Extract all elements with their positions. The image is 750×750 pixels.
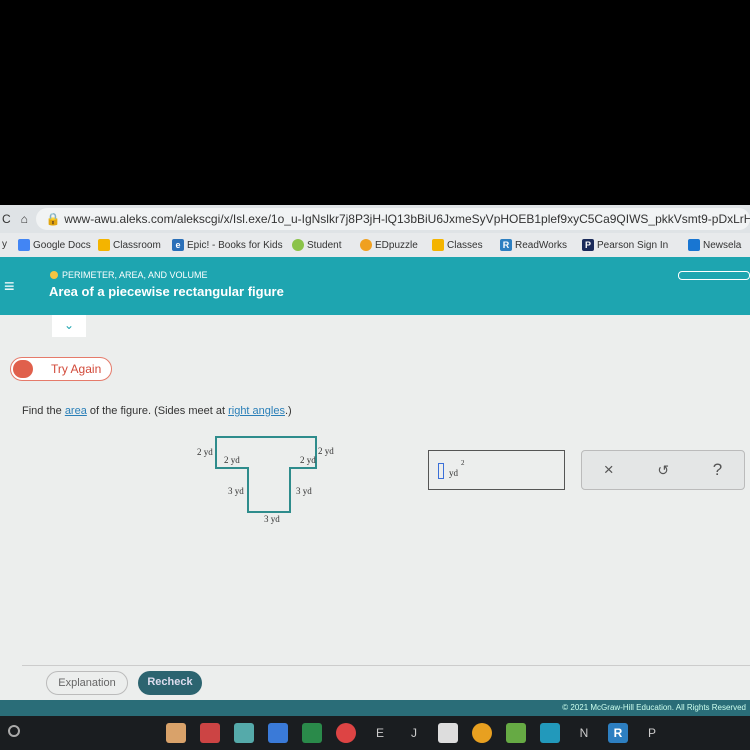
question-text: Find the area of the figure. (Sides meet… — [22, 405, 292, 417]
app-p-icon[interactable]: P — [642, 723, 662, 743]
bookmark-epic[interactable]: e Epic! - Books for Kids — [172, 239, 283, 251]
try-again-text: Try Again — [51, 362, 102, 376]
truncated-text: y — [2, 239, 7, 250]
answer-box: yd 2 — [428, 450, 565, 490]
stem-right-label: 3 yd — [296, 486, 312, 496]
epic-icon: e — [172, 239, 184, 251]
bottom-label: 3 yd — [264, 514, 280, 524]
pearson-icon: P — [582, 239, 594, 251]
app-e-icon[interactable]: E — [370, 723, 390, 743]
bookmark-student[interactable]: Student — [292, 239, 341, 251]
bookmark-google-docs[interactable]: Google Docs — [18, 239, 91, 251]
text: of the figure. (Sides meet at — [86, 405, 229, 417]
footer-copyright: © 2021 McGraw-Hill Education. All Rights… — [0, 700, 750, 716]
bookmark-label: Classes — [447, 239, 483, 251]
classes-icon — [432, 239, 444, 251]
classroom-icon[interactable] — [302, 723, 322, 743]
bookmark-label: Epic! - Books for Kids — [187, 239, 283, 251]
unit-label: yd — [449, 468, 458, 478]
app-icon[interactable] — [438, 723, 458, 743]
bookmark-classroom[interactable]: Classroom — [98, 239, 161, 251]
page-title: Area of a piecewise rectangular figure — [49, 284, 284, 299]
bookmark-label: Newsela — [703, 239, 742, 251]
expand-chevron-button[interactable]: ⌄ — [52, 315, 86, 337]
edpuzzle-icon — [360, 239, 372, 251]
topic-header: ≡ PERIMETER, AREA, AND VOLUME Area of a … — [0, 257, 750, 315]
text: Find the — [22, 405, 65, 417]
clear-button[interactable]: × — [604, 460, 614, 480]
docs-icon[interactable] — [268, 723, 288, 743]
bookmark-label: ReadWorks — [515, 239, 568, 251]
bookmark-edpuzzle[interactable]: EDpuzzle — [360, 239, 418, 251]
reload-icon[interactable]: C — [2, 212, 11, 226]
undo-button[interactable]: ↺ — [657, 462, 669, 479]
right-arm-label: 2 yd — [300, 455, 316, 465]
answer-input[interactable] — [438, 463, 444, 479]
unit-exponent: 2 — [461, 459, 465, 467]
feedback-icon — [13, 360, 33, 378]
url-input[interactable]: 🔒 www-awu.aleks.com/alekscgi/x/Isl.exe/1… — [35, 208, 750, 230]
app-n-icon[interactable]: N — [574, 723, 594, 743]
bookmark-newsela[interactable]: Newsela — [688, 239, 741, 251]
docs-icon — [18, 239, 30, 251]
right-side-label: 2 yd — [318, 446, 334, 456]
bookmark-label: Google Docs — [33, 239, 91, 251]
edpuzzle-icon[interactable] — [472, 723, 492, 743]
chrome-icon[interactable] — [336, 723, 356, 743]
app-icon[interactable] — [506, 723, 526, 743]
bookmark-classes[interactable]: Classes — [432, 239, 483, 251]
explanation-button[interactable]: Explanation — [46, 671, 128, 695]
gmail-icon[interactable] — [200, 723, 220, 743]
left-arm-label: 2 yd — [224, 455, 240, 465]
readworks-icon: R — [500, 239, 512, 251]
right-angles-link[interactable]: right angles — [228, 405, 285, 417]
recheck-button[interactable]: Recheck — [138, 671, 202, 695]
address-bar-row: C ⌂ 🔒 www-awu.aleks.com/alekscgi/x/Isl.e… — [0, 205, 750, 233]
divider — [22, 665, 750, 666]
home-icon[interactable]: ⌂ — [21, 212, 28, 226]
classroom-icon — [98, 239, 110, 251]
menu-icon[interactable]: ≡ — [4, 277, 15, 295]
bookmark-label: Classroom — [113, 239, 161, 251]
progress-bar — [678, 271, 750, 280]
bookmark-pearson[interactable]: P Pearson Sign In — [582, 239, 668, 251]
help-button[interactable]: ? — [713, 460, 722, 480]
stem-left-label: 3 yd — [228, 486, 244, 496]
bookmark-readworks[interactable]: R ReadWorks — [500, 239, 567, 251]
figure-outline — [215, 436, 317, 513]
newsela-icon — [688, 239, 700, 251]
taskbar: E J N R P — [0, 716, 750, 750]
readworks-icon[interactable]: R — [608, 723, 628, 743]
status-dot-icon — [50, 271, 58, 279]
bookmarks-bar: y Google Docs Classroom e Epic! - Books f… — [0, 233, 750, 257]
launcher-icon[interactable] — [8, 725, 20, 737]
app-icon[interactable] — [234, 723, 254, 743]
left-side-label: 2 yd — [197, 447, 213, 457]
area-link[interactable]: area — [65, 405, 87, 417]
bookmark-label: Pearson Sign In — [597, 239, 669, 251]
text: .) — [284, 405, 292, 417]
url-text: www-awu.aleks.com/alekscgi/x/Isl.exe/1o_… — [64, 212, 750, 226]
student-icon — [292, 239, 304, 251]
app-j-icon[interactable]: J — [404, 723, 424, 743]
bookmark-label: Student — [307, 239, 342, 251]
app-icon[interactable] — [166, 723, 186, 743]
topic-label: PERIMETER, AREA, AND VOLUME — [62, 270, 208, 280]
tool-panel: × ↺ ? — [581, 450, 745, 490]
app-icon[interactable] — [540, 723, 560, 743]
problem-area: ⌄ Try Again Find the area of the figure.… — [0, 315, 750, 700]
try-again-badge: Try Again — [10, 357, 112, 381]
bookmark-label: EDpuzzle — [375, 239, 418, 251]
